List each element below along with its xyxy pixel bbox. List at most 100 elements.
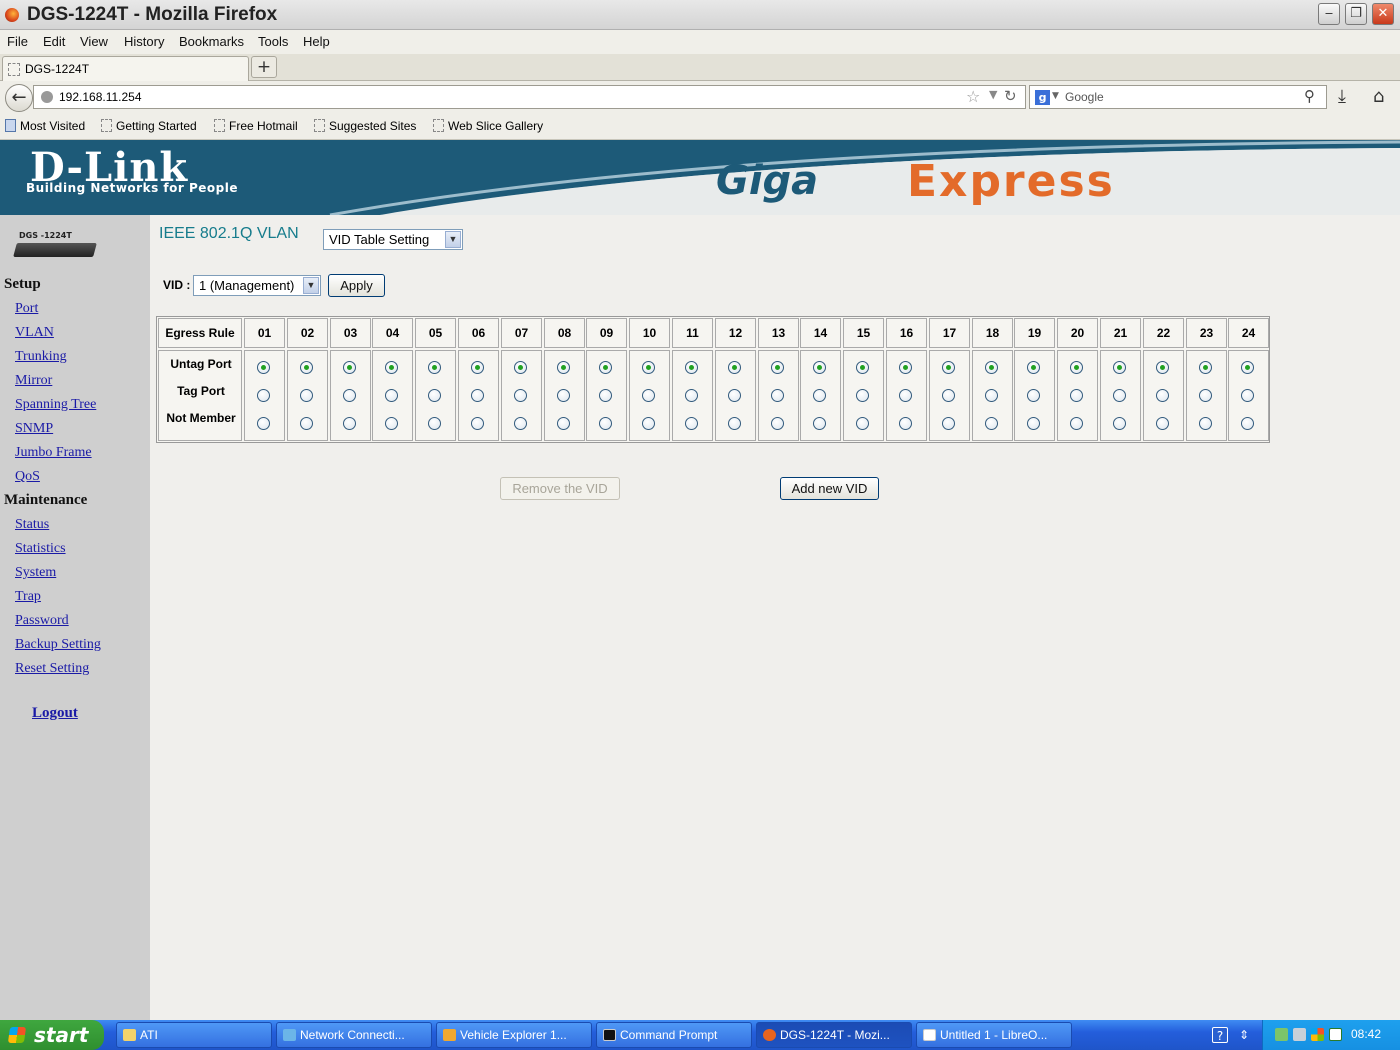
close-button[interactable]: ✕: [1372, 3, 1394, 25]
radio-port-03-not-member[interactable]: [343, 417, 356, 430]
radio-port-17-tag-port[interactable]: [942, 389, 955, 402]
radio-port-05-untag-port[interactable]: [428, 361, 441, 374]
sidebar-link-trunking[interactable]: Trunking: [15, 349, 67, 365]
network-tray-icon[interactable]: [1275, 1028, 1288, 1041]
menu-tools[interactable]: Tools: [258, 34, 288, 49]
radio-port-09-not-member[interactable]: [599, 417, 612, 430]
sidebar-link-mirror[interactable]: Mirror: [15, 373, 52, 389]
radio-port-07-tag-port[interactable]: [514, 389, 527, 402]
sidebar-link-status[interactable]: Status: [15, 517, 49, 533]
bookmark-star-icon[interactable]: ☆: [966, 87, 980, 106]
bookmark-free-hotmail[interactable]: Free Hotmail: [214, 119, 298, 133]
radio-port-13-tag-port[interactable]: [771, 389, 784, 402]
taskbar-item-command-prompt[interactable]: Command Prompt: [596, 1022, 752, 1048]
sidebar-link-trap[interactable]: Trap: [15, 589, 41, 605]
vlan-mode-select[interactable]: VID Table Setting ▼: [323, 229, 463, 250]
radio-port-06-not-member[interactable]: [471, 417, 484, 430]
menu-file[interactable]: File: [7, 34, 28, 49]
bookmark-suggested-sites[interactable]: Suggested Sites: [314, 119, 416, 133]
site-identity-icon[interactable]: [41, 91, 53, 103]
radio-port-11-untag-port[interactable]: [685, 361, 698, 374]
radio-port-24-not-member[interactable]: [1241, 417, 1254, 430]
taskbar-item-libreoffice[interactable]: Untitled 1 - LibreO...: [916, 1022, 1072, 1048]
sidebar-link-jumbo-frame[interactable]: Jumbo Frame: [15, 445, 92, 461]
radio-port-21-untag-port[interactable]: [1113, 361, 1126, 374]
radio-port-05-tag-port[interactable]: [428, 389, 441, 402]
radio-port-19-tag-port[interactable]: [1027, 389, 1040, 402]
radio-port-08-not-member[interactable]: [557, 417, 570, 430]
url-bar[interactable]: 192.168.11.254 ☆ ▼ ↻: [33, 85, 1026, 109]
radio-port-09-untag-port[interactable]: [599, 361, 612, 374]
radio-port-17-not-member[interactable]: [942, 417, 955, 430]
radio-port-16-not-member[interactable]: [899, 417, 912, 430]
radio-port-17-untag-port[interactable]: [942, 361, 955, 374]
radio-port-21-tag-port[interactable]: [1113, 389, 1126, 402]
search-magnifier-icon[interactable]: ⚲: [1304, 87, 1315, 105]
radio-port-14-not-member[interactable]: [813, 417, 826, 430]
bookmark-getting-started[interactable]: Getting Started: [101, 119, 197, 133]
maximize-button[interactable]: ❐: [1345, 3, 1367, 25]
taskbar-item-firefox[interactable]: DGS-1224T - Mozi...: [756, 1022, 912, 1048]
sidebar-link-spanning-tree[interactable]: Spanning Tree: [15, 397, 96, 413]
search-bar[interactable]: g ▼ Google ⚲: [1029, 85, 1327, 109]
home-icon[interactable]: ⌂: [1373, 86, 1384, 107]
radio-port-14-untag-port[interactable]: [813, 361, 826, 374]
radio-port-18-untag-port[interactable]: [985, 361, 998, 374]
sidebar-link-logout[interactable]: Logout: [32, 705, 78, 722]
radio-port-22-untag-port[interactable]: [1156, 361, 1169, 374]
radio-port-14-tag-port[interactable]: [813, 389, 826, 402]
radio-port-07-not-member[interactable]: [514, 417, 527, 430]
add-new-vid-button[interactable]: Add new VID: [780, 477, 879, 500]
radio-port-04-tag-port[interactable]: [385, 389, 398, 402]
sidebar-link-vlan[interactable]: VLAN: [15, 325, 54, 341]
radio-port-21-not-member[interactable]: [1113, 417, 1126, 430]
sidebar-link-password[interactable]: Password: [15, 613, 69, 629]
history-dropdown-icon[interactable]: ▼: [989, 88, 997, 101]
url-text[interactable]: 192.168.11.254: [59, 90, 142, 104]
radio-port-23-tag-port[interactable]: [1199, 389, 1212, 402]
radio-port-02-not-member[interactable]: [300, 417, 313, 430]
help-icon[interactable]: ?: [1212, 1027, 1228, 1043]
radio-port-22-not-member[interactable]: [1156, 417, 1169, 430]
radio-port-03-tag-port[interactable]: [343, 389, 356, 402]
radio-port-20-not-member[interactable]: [1070, 417, 1083, 430]
menu-history[interactable]: History: [124, 34, 164, 49]
radio-port-23-not-member[interactable]: [1199, 417, 1212, 430]
menu-help[interactable]: Help: [303, 34, 330, 49]
radio-port-23-untag-port[interactable]: [1199, 361, 1212, 374]
sidebar-link-statistics[interactable]: Statistics: [15, 541, 66, 557]
tab-dgs-1224t[interactable]: DGS-1224T: [2, 56, 249, 81]
radio-port-08-untag-port[interactable]: [557, 361, 570, 374]
downloads-icon[interactable]: ⤓: [1338, 86, 1346, 107]
radio-port-02-untag-port[interactable]: [300, 361, 313, 374]
radio-port-10-not-member[interactable]: [642, 417, 655, 430]
radio-port-24-tag-port[interactable]: [1241, 389, 1254, 402]
radio-port-10-untag-port[interactable]: [642, 361, 655, 374]
radio-port-18-tag-port[interactable]: [985, 389, 998, 402]
radio-port-19-not-member[interactable]: [1027, 417, 1040, 430]
new-tab-button[interactable]: +: [251, 56, 277, 78]
radio-port-06-untag-port[interactable]: [471, 361, 484, 374]
radio-port-05-not-member[interactable]: [428, 417, 441, 430]
menu-bookmarks[interactable]: Bookmarks: [179, 34, 244, 49]
radio-port-12-untag-port[interactable]: [728, 361, 741, 374]
radio-port-10-tag-port[interactable]: [642, 389, 655, 402]
radio-port-02-tag-port[interactable]: [300, 389, 313, 402]
security-tray-icon[interactable]: [1293, 1028, 1306, 1041]
vc-tray-icon[interactable]: [1329, 1028, 1342, 1041]
apply-button[interactable]: Apply: [328, 274, 385, 297]
radio-port-15-not-member[interactable]: [856, 417, 869, 430]
menu-view[interactable]: View: [80, 34, 108, 49]
taskbar-item-vehicle-explorer[interactable]: Vehicle Explorer 1...: [436, 1022, 592, 1048]
radio-port-13-untag-port[interactable]: [771, 361, 784, 374]
bookmark-most-visited[interactable]: Most Visited: [5, 119, 85, 133]
taskbar-item-ati[interactable]: ATI: [116, 1022, 272, 1048]
taskbar-scroll-icon[interactable]: ⇕: [1236, 1027, 1252, 1043]
radio-port-12-not-member[interactable]: [728, 417, 741, 430]
radio-port-19-untag-port[interactable]: [1027, 361, 1040, 374]
radio-port-04-untag-port[interactable]: [385, 361, 398, 374]
google-search-engine-icon[interactable]: g: [1035, 90, 1050, 105]
menu-edit[interactable]: Edit: [43, 34, 65, 49]
radio-port-01-untag-port[interactable]: [257, 361, 270, 374]
radio-port-04-not-member[interactable]: [385, 417, 398, 430]
